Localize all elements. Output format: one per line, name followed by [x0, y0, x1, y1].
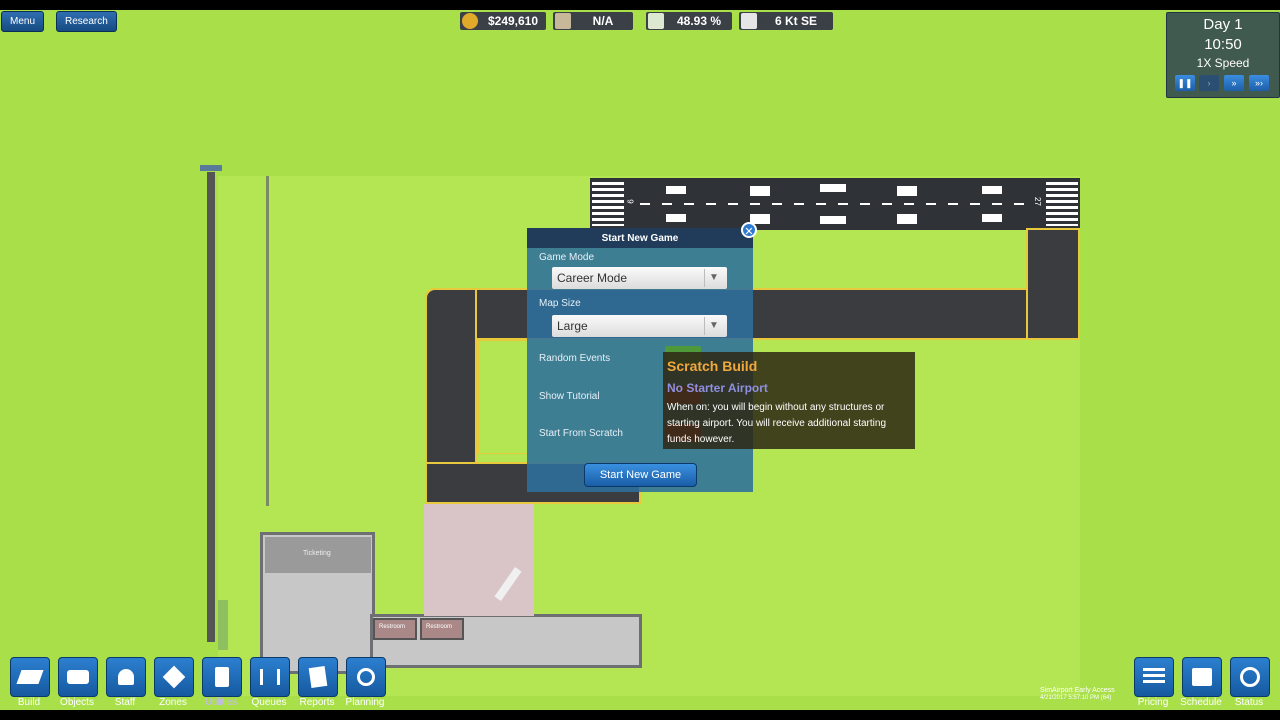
- gate-area: [424, 504, 534, 616]
- runway-number-right: 27: [1033, 197, 1043, 206]
- fastest-button[interactable]: »›: [1249, 75, 1269, 91]
- tooltip-subtitle: No Starter Airport: [667, 381, 768, 395]
- map-size-value: Large: [557, 319, 588, 333]
- taxiway-inner-grass: [478, 340, 530, 454]
- utilities-button[interactable]: [202, 657, 242, 697]
- coin-icon: [462, 13, 478, 29]
- pricing-button[interactable]: [1134, 657, 1174, 697]
- runway-centerline: [640, 203, 1030, 205]
- taxiway: [1026, 228, 1080, 340]
- planning-button[interactable]: [346, 657, 386, 697]
- map-size-dropdown[interactable]: Large ▼: [552, 315, 727, 337]
- runway-threshold: [1046, 182, 1078, 226]
- calendar-icon: [1192, 668, 1212, 686]
- plane-icon: [648, 13, 664, 29]
- show-tutorial-label: Show Tutorial: [539, 391, 600, 402]
- game-mode-label: Game Mode: [539, 252, 595, 263]
- fence-line: [266, 176, 269, 506]
- ticketing-zone: Ticketing: [265, 537, 371, 573]
- reports-button[interactable]: [298, 657, 338, 697]
- perimeter-road: [200, 165, 222, 171]
- start-from-scratch-label: Start From Scratch: [539, 428, 623, 439]
- runway-marking: [666, 186, 686, 194]
- build-button[interactable]: [10, 657, 50, 697]
- runway-number-left: 9: [625, 199, 635, 204]
- runway-marking: [820, 184, 846, 192]
- speed-label: 1X Speed: [1196, 56, 1250, 70]
- rating-display: N/A: [553, 12, 633, 30]
- game-mode-value: Career Mode: [557, 271, 628, 285]
- percent-value: 48.93 %: [676, 14, 722, 28]
- tooltip-body: When on: you will begin without any stru…: [667, 402, 887, 445]
- status-icon: [1240, 667, 1260, 687]
- game-mode-dropdown[interactable]: Career Mode ▼: [552, 267, 727, 289]
- ticketing-label: Ticketing: [303, 550, 331, 557]
- menu-button[interactable]: Menu: [1, 11, 45, 32]
- fast-button[interactable]: »: [1224, 75, 1244, 91]
- runway-threshold: [592, 182, 624, 226]
- fuel-icon: [215, 667, 229, 687]
- weather-icon: [741, 13, 757, 29]
- version-line1: SimAirport Early Access: [1040, 687, 1115, 694]
- play-button[interactable]: ›: [1199, 75, 1219, 91]
- map-size-label: Map Size: [539, 298, 581, 309]
- tooltip-title: Scratch Build: [667, 358, 758, 374]
- runway-marking: [897, 186, 917, 196]
- runway-marking: [897, 214, 917, 224]
- staff-button[interactable]: [106, 657, 146, 697]
- chevron-down-icon: ▼: [704, 317, 723, 335]
- vertical-sign: [218, 600, 228, 650]
- schedule-button[interactable]: [1182, 657, 1222, 697]
- money-display: $249,610: [460, 12, 546, 30]
- runway-marking: [750, 186, 770, 196]
- plane-build-icon: [16, 670, 44, 684]
- report-icon: [308, 665, 328, 689]
- start-new-game-button[interactable]: Start New Game: [584, 463, 697, 487]
- perimeter-road: [207, 172, 215, 642]
- zones-button[interactable]: [154, 657, 194, 697]
- time-label: 10:50: [1204, 36, 1242, 53]
- game-clock: Day 1 10:50 1X Speed ❚❚ › » »›: [1166, 12, 1280, 98]
- staff-icon: [118, 669, 134, 685]
- sofa-icon: [67, 670, 89, 684]
- planning-label: Planning: [345, 697, 385, 708]
- pause-button[interactable]: ❚❚: [1175, 75, 1195, 91]
- restroom-zone: Restroom: [373, 618, 417, 640]
- queues-button[interactable]: [250, 657, 290, 697]
- runway-marking: [982, 214, 1002, 222]
- percent-display: 48.93 %: [646, 12, 732, 30]
- version-line2: 4/21/2017 5:57:10 PM (64): [1040, 695, 1112, 701]
- restroom-label: Restroom: [426, 624, 453, 630]
- status-button[interactable]: [1230, 657, 1270, 697]
- queue-icon: [260, 669, 280, 685]
- dialog-title: Start New Game: [601, 233, 679, 244]
- research-button[interactable]: Research: [56, 11, 117, 32]
- wind-value: 6 Kt SE: [774, 14, 817, 28]
- passenger-icon: [555, 13, 571, 29]
- zones-icon: [162, 665, 186, 689]
- random-events-label: Random Events: [539, 353, 611, 364]
- status-label: Status: [1234, 697, 1264, 708]
- compass-icon: [357, 668, 375, 686]
- rating-value: N/A: [592, 14, 614, 28]
- pricing-icon: [1143, 668, 1165, 686]
- runway: 9 27: [590, 178, 1080, 230]
- wind-display: 6 Kt SE: [739, 12, 833, 30]
- close-icon[interactable]: ✕: [741, 222, 757, 238]
- chevron-down-icon: ▼: [704, 269, 723, 287]
- runway-marking: [666, 214, 686, 222]
- money-value: $249,610: [487, 14, 539, 28]
- restroom-label: Restroom: [379, 624, 406, 630]
- restroom-zone: Restroom: [420, 618, 464, 640]
- runway-marking: [982, 186, 1002, 194]
- objects-button[interactable]: [58, 657, 98, 697]
- scratch-build-tooltip: Scratch Build No Starter Airport When on…: [663, 352, 915, 449]
- runway-marking: [820, 216, 846, 224]
- day-label: Day 1: [1203, 16, 1243, 33]
